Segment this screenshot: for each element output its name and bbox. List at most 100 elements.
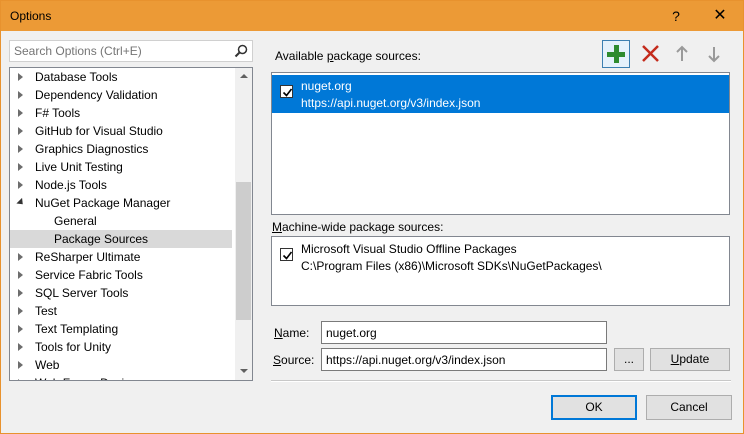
help-button[interactable]: ? bbox=[656, 1, 696, 31]
source-url: https://api.nuget.org/v3/index.json bbox=[301, 96, 481, 110]
arrow-down-icon bbox=[708, 47, 720, 63]
add-source-button[interactable] bbox=[602, 40, 630, 68]
plus-icon bbox=[607, 45, 625, 63]
collapsed-arrow-icon[interactable] bbox=[18, 325, 23, 333]
collapsed-arrow-icon[interactable] bbox=[18, 379, 23, 380]
search-input[interactable] bbox=[10, 41, 228, 61]
tree-item-service-fabric-tools[interactable]: Service Fabric Tools bbox=[10, 266, 232, 284]
divider-highlight bbox=[271, 381, 731, 382]
tree-item-label: Text Templating bbox=[35, 322, 119, 336]
tree-item-label: Service Fabric Tools bbox=[35, 268, 143, 282]
source-field[interactable] bbox=[321, 348, 607, 371]
tree-item-tools-for-unity[interactable]: Tools for Unity bbox=[10, 338, 232, 356]
name-input[interactable] bbox=[322, 322, 606, 343]
remove-x-icon bbox=[642, 45, 659, 62]
cancel-button[interactable]: Cancel bbox=[646, 395, 732, 420]
available-sources-label: Available package sources: bbox=[275, 49, 421, 63]
source-input[interactable] bbox=[322, 349, 606, 370]
name-field[interactable] bbox=[321, 321, 607, 344]
tree-item-label: SQL Server Tools bbox=[35, 286, 129, 300]
search-box[interactable] bbox=[9, 40, 253, 62]
collapsed-arrow-icon[interactable] bbox=[18, 253, 23, 261]
source-name: nuget.org bbox=[301, 79, 352, 93]
update-button[interactable]: Update bbox=[650, 348, 730, 371]
collapsed-arrow-icon[interactable] bbox=[18, 109, 23, 117]
source-enabled-checkbox[interactable] bbox=[280, 248, 293, 261]
tree-item-github-for-visual-studio[interactable]: GitHub for Visual Studio bbox=[10, 122, 232, 140]
move-down-button[interactable] bbox=[701, 40, 729, 68]
source-name: Microsoft Visual Studio Offline Packages bbox=[301, 242, 517, 256]
tree-item-label: Database Tools bbox=[35, 70, 118, 84]
tree-item-package-sources[interactable]: Package Sources bbox=[10, 230, 232, 248]
tree-item-label: Tools for Unity bbox=[35, 340, 112, 354]
collapsed-arrow-icon[interactable] bbox=[18, 91, 23, 99]
browse-button[interactable]: ... bbox=[614, 348, 644, 371]
scroll-up-button[interactable] bbox=[235, 68, 252, 85]
name-label: Name: bbox=[274, 326, 310, 340]
chevron-down-icon bbox=[240, 369, 248, 373]
tree-item-label: Package Sources bbox=[54, 232, 149, 246]
tree-item-label: NuGet Package Manager bbox=[35, 196, 171, 210]
collapsed-arrow-icon[interactable] bbox=[18, 73, 23, 81]
options-dialog: Options ? ✕ Database Tools Dependency Val… bbox=[0, 0, 744, 434]
tree-item-web[interactable]: Web bbox=[10, 356, 232, 374]
source-label: Source: bbox=[273, 353, 315, 367]
tree-item-label: Node.js Tools bbox=[35, 178, 107, 192]
title-bar: Options ? ✕ bbox=[1, 1, 743, 31]
tree-item-label: Test bbox=[35, 304, 58, 318]
tree-item-label: Live Unit Testing bbox=[35, 160, 123, 174]
tree-item-label: Web bbox=[35, 358, 60, 372]
tree-item-test[interactable]: Test bbox=[10, 302, 232, 320]
collapsed-arrow-icon[interactable] bbox=[18, 343, 23, 351]
tree-item-nuget-package-manager[interactable]: NuGet Package Manager bbox=[10, 194, 232, 212]
ok-button[interactable]: OK bbox=[551, 395, 637, 420]
collapsed-arrow-icon[interactable] bbox=[18, 307, 23, 315]
chevron-up-icon bbox=[240, 74, 248, 78]
collapsed-arrow-icon[interactable] bbox=[18, 289, 23, 297]
collapsed-arrow-icon[interactable] bbox=[18, 145, 23, 153]
source-enabled-checkbox[interactable] bbox=[280, 85, 293, 98]
tree-item-live-unit-testing[interactable]: Live Unit Testing bbox=[10, 158, 232, 176]
collapsed-arrow-icon[interactable] bbox=[18, 271, 23, 279]
tree-item-database-tools[interactable]: Database Tools bbox=[10, 68, 232, 86]
tree-item-web-forms-designer[interactable]: Web Forms Designer bbox=[10, 374, 232, 380]
tree-item-node-js-tools[interactable]: Node.js Tools bbox=[10, 176, 232, 194]
tree-item-label: General bbox=[54, 214, 97, 228]
collapsed-arrow-icon[interactable] bbox=[18, 127, 23, 135]
source-row-nuget-org[interactable]: nuget.org https://api.nuget.org/v3/index… bbox=[272, 75, 729, 113]
tree-scrollbar[interactable] bbox=[235, 68, 252, 380]
source-url: C:\Program Files (x86)\Microsoft SDKs\Nu… bbox=[301, 259, 602, 273]
expanded-arrow-icon[interactable] bbox=[16, 197, 26, 208]
tree-item-f-tools[interactable]: F# Tools bbox=[10, 104, 232, 122]
machine-sources-label: Machine-wide package sources: bbox=[272, 220, 444, 234]
checkmark-icon bbox=[282, 251, 293, 260]
tree-item-label: ReSharper Ultimate bbox=[35, 250, 141, 264]
available-sources-list: nuget.org https://api.nuget.org/v3/index… bbox=[271, 72, 730, 215]
source-row-offline-packages[interactable]: Microsoft Visual Studio Offline Packages… bbox=[272, 238, 729, 276]
tree-item-general[interactable]: General bbox=[10, 212, 232, 230]
move-up-button[interactable] bbox=[669, 40, 697, 68]
collapsed-arrow-icon[interactable] bbox=[18, 361, 23, 369]
tree-item-text-templating[interactable]: Text Templating bbox=[10, 320, 232, 338]
scroll-thumb[interactable] bbox=[236, 182, 251, 320]
options-tree: Database Tools Dependency Validation F# To… bbox=[9, 67, 253, 381]
search-icon[interactable] bbox=[233, 43, 249, 59]
collapsed-arrow-icon[interactable] bbox=[18, 181, 23, 189]
tree-item-graphics-diagnostics[interactable]: Graphics Diagnostics bbox=[10, 140, 232, 158]
tree-item-dependency-validation[interactable]: Dependency Validation bbox=[10, 86, 232, 104]
close-button[interactable]: ✕ bbox=[700, 1, 740, 31]
tree-item-sql-server-tools[interactable]: SQL Server Tools bbox=[10, 284, 232, 302]
machine-sources-list: Microsoft Visual Studio Offline Packages… bbox=[271, 236, 730, 306]
tree-item-label: F# Tools bbox=[35, 106, 81, 120]
remove-source-button[interactable] bbox=[637, 40, 665, 68]
tree-item-label: GitHub for Visual Studio bbox=[35, 124, 163, 138]
window-title: Options bbox=[10, 9, 52, 23]
scroll-down-button[interactable] bbox=[235, 363, 252, 380]
tree-item-label: Graphics Diagnostics bbox=[35, 142, 149, 156]
tree-item-label: Dependency Validation bbox=[35, 88, 158, 102]
arrow-up-icon bbox=[676, 45, 688, 61]
tree-item-resharper-ultimate[interactable]: ReSharper Ultimate bbox=[10, 248, 232, 266]
checkmark-icon bbox=[282, 88, 293, 97]
collapsed-arrow-icon[interactable] bbox=[18, 163, 23, 171]
tree-item-label: Web Forms Designer bbox=[35, 374, 148, 380]
